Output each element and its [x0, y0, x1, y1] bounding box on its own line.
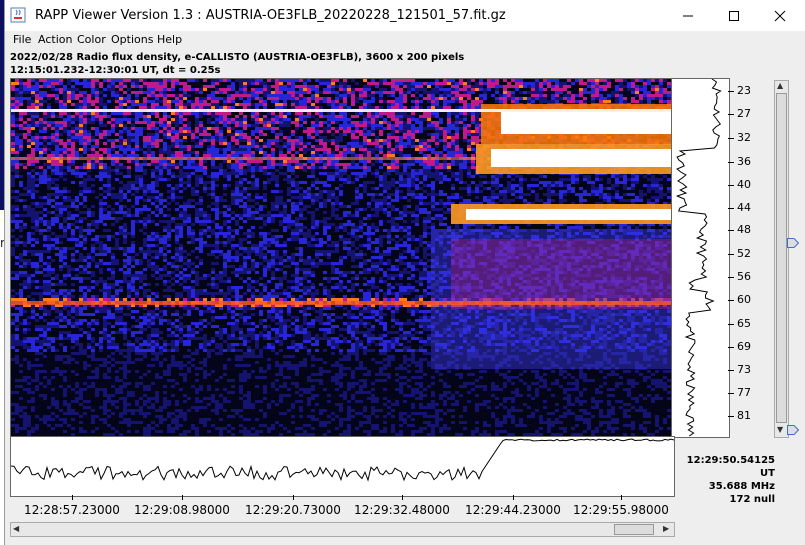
minimize-button[interactable]	[665, 0, 711, 31]
freq-tick: 77	[737, 386, 751, 399]
horizontal-scrollbar[interactable]: ◀ ▶	[10, 522, 675, 537]
freq-tick: 69	[737, 340, 751, 353]
scroll-right-arrow-icon[interactable]: ▶	[663, 524, 669, 533]
vertical-scroll-thumb[interactable]	[776, 93, 787, 423]
title-bar[interactable]: RAPP Viewer Version 1.3 : AUSTRIA-OE3FLB…	[5, 0, 805, 31]
readout-time: 12:29:50.54125 UT	[686, 455, 775, 479]
menu-action[interactable]: Action	[38, 33, 72, 46]
spectrogram-plot[interactable]	[10, 78, 675, 438]
menu-options[interactable]: Options	[111, 33, 153, 46]
time-axis: 12:28:57.23000 12:29:08.98000 12:29:20.7…	[10, 495, 673, 519]
java-app-icon	[10, 7, 26, 23]
close-icon	[774, 10, 786, 21]
info-line-2: 12:15:01.232-12:30:01 UT, dt = 0.25s	[10, 65, 221, 76]
time-tick: 12:29:55.98000	[573, 503, 669, 517]
app-window: RAPP Viewer Version 1.3 : AUSTRIA-OE3FLB…	[4, 0, 805, 545]
time-tick: 12:29:08.98000	[134, 503, 230, 517]
time-tick: 12:28:57.23000	[24, 503, 120, 517]
frequency-axis: 23 27 32 36 40 44 48 52 56 60 65 69 73 7…	[728, 78, 774, 436]
lower-slider-handle[interactable]	[787, 425, 799, 435]
minimize-icon	[683, 15, 693, 16]
freq-tick: 23	[737, 84, 751, 97]
readout-value: 172 null	[729, 494, 775, 505]
freq-tick: 32	[737, 131, 751, 144]
time-tick: 12:29:44.23000	[465, 503, 561, 517]
cursor-readout: 12:29:50.54125 UT 35.688 MHz 172 null	[675, 454, 775, 506]
frequency-profile-plot	[671, 78, 730, 438]
info-line-1: 2022/02/28 Radio flux density, e-CALLIST…	[10, 52, 465, 63]
menu-help[interactable]: Help	[157, 33, 182, 46]
freq-tick: 56	[737, 270, 751, 283]
freq-tick: 48	[737, 223, 751, 236]
menu-color[interactable]: Color	[77, 33, 106, 46]
freq-tick: 52	[737, 247, 751, 260]
freq-tick: 27	[737, 107, 751, 120]
upper-slider-handle[interactable]	[787, 238, 799, 248]
scroll-up-arrow-icon[interactable]: ▲	[777, 81, 783, 90]
window-title: RAPP Viewer Version 1.3 : AUSTRIA-OE3FLB…	[35, 8, 506, 23]
vertical-scrollbar[interactable]: ▲ ▼	[774, 80, 789, 438]
close-button[interactable]	[757, 0, 803, 31]
maximize-icon	[729, 10, 739, 21]
time-tick: 12:29:20.73000	[245, 503, 341, 517]
scroll-down-arrow-icon[interactable]: ▼	[777, 425, 783, 434]
readout-frequency: 35.688 MHz	[708, 481, 775, 492]
scroll-left-arrow-icon[interactable]: ◀	[13, 524, 19, 533]
freq-tick: 81	[737, 409, 751, 422]
freq-tick: 60	[737, 293, 751, 306]
spectrogram-image	[11, 79, 674, 437]
freq-tick: 73	[737, 363, 751, 376]
light-curve-plot	[10, 436, 675, 497]
freq-tick: 65	[737, 317, 751, 330]
horizontal-scroll-thumb[interactable]	[614, 524, 654, 535]
freq-tick: 40	[737, 178, 751, 191]
time-tick: 12:29:32.48000	[354, 503, 450, 517]
maximize-button[interactable]	[711, 0, 757, 31]
freq-tick: 44	[737, 201, 751, 214]
freq-tick: 36	[737, 155, 751, 168]
menu-file[interactable]: File	[13, 33, 31, 46]
